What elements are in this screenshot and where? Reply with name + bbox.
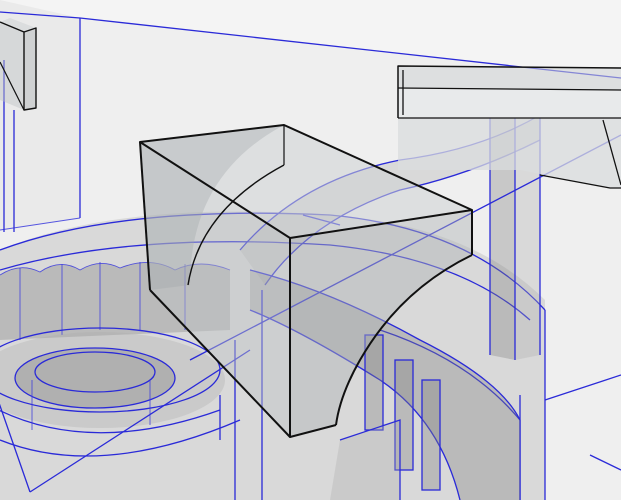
modeling-viewport[interactable] — [0, 0, 621, 500]
shelf-box[interactable] — [397, 65, 621, 189]
small-bracket[interactable] — [0, 18, 37, 111]
scene-canvas[interactable] — [0, 0, 621, 500]
